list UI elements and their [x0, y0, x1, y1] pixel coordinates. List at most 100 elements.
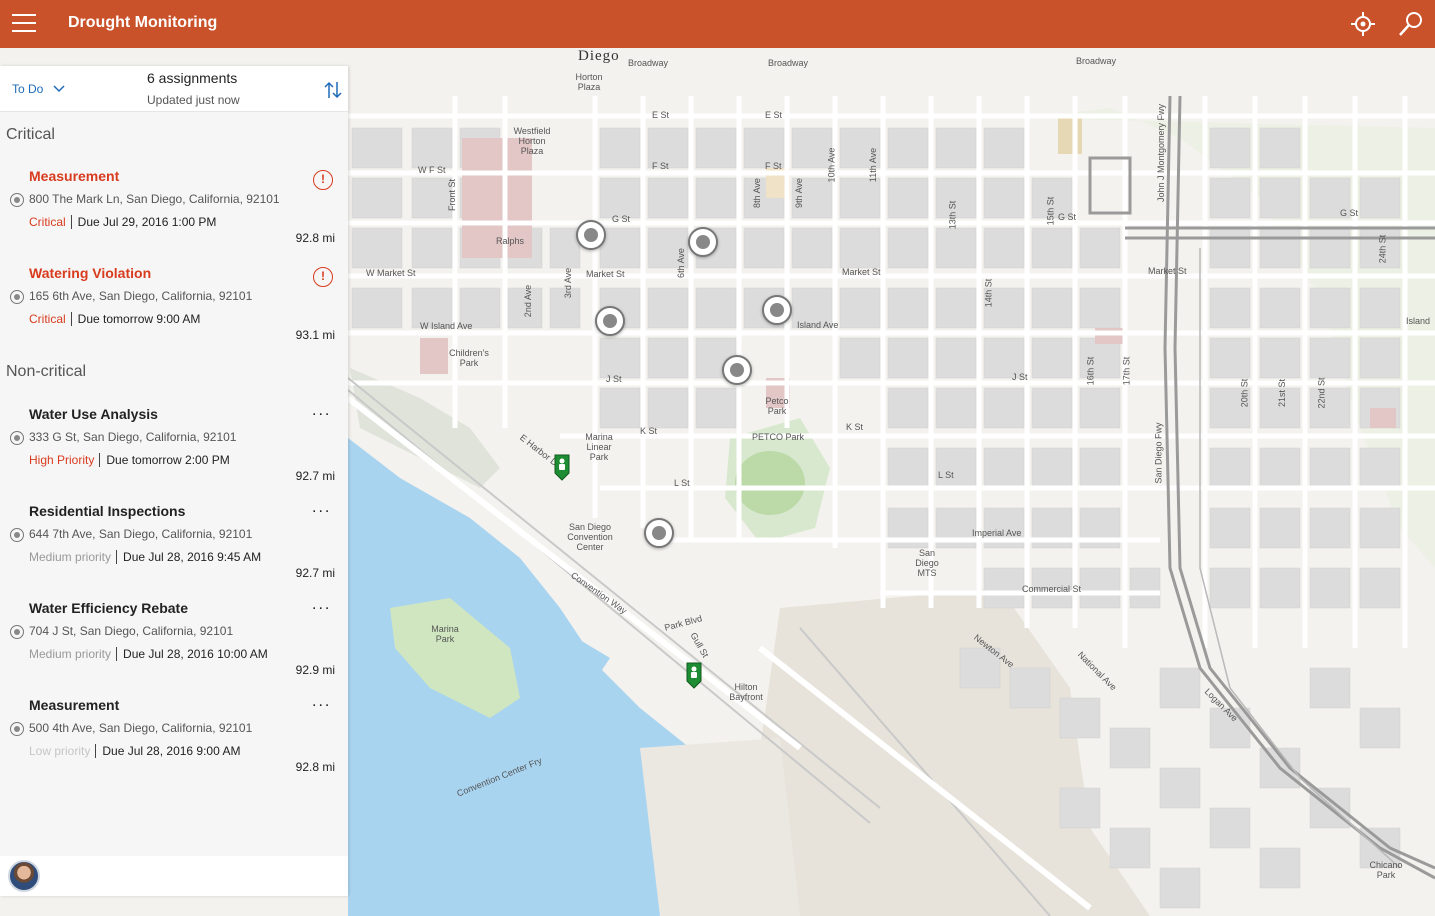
assignment-address: 800 The Mark Ln, San Diego, California, …: [29, 192, 280, 206]
panel-footer: [0, 856, 348, 896]
assignment-priority: High Priority Due tomorrow 2:00 PM: [29, 453, 230, 467]
map-label-westfield: Westfield Horton Plaza: [513, 126, 551, 156]
assignment-marker[interactable]: [644, 518, 674, 548]
location-icon: [10, 625, 24, 639]
map-label-broadway: Broadway: [628, 58, 669, 68]
map-label-commercial-st: Commercial St: [1022, 584, 1082, 594]
assignment-due: Due Jul 29, 2016 1:00 PM: [70, 215, 217, 229]
user-avatar-icon[interactable]: [8, 860, 40, 892]
assignment-title: Water Efficiency Rebate: [29, 600, 188, 616]
map-label-w-f-st: W F St: [418, 165, 446, 175]
alert-icon: !: [313, 267, 333, 287]
map-label-14th-st: 14th St: [983, 278, 994, 308]
assignment-item[interactable]: Watering Violation ! 165 6th Ave, San Di…: [0, 265, 348, 357]
map-label-w-market-st: W Market St: [366, 268, 416, 278]
panel-toolbar: To Do 6 assignments Updated just now: [0, 66, 348, 112]
assignment-distance: 92.8 mi: [295, 231, 335, 245]
map-label-g-st-3: G St: [1340, 208, 1359, 218]
location-icon: [10, 290, 24, 304]
map-label-market-st-2: Market St: [842, 267, 881, 277]
assignment-distance: 93.1 mi: [295, 328, 335, 342]
alert-icon: !: [313, 170, 333, 190]
map-label-20th-st: 20th St: [1239, 378, 1250, 408]
assignment-address: 333 G St, San Diego, California, 92101: [29, 430, 237, 444]
worker-location-pin-icon[interactable]: [685, 661, 703, 689]
assignment-priority: Low priority Due Jul 28, 2016 9:00 AM: [29, 744, 241, 758]
map-label-horton-plaza: Horton Plaza: [575, 72, 603, 92]
assignment-item[interactable]: Water Efficiency Rebate ... 704 J St, Sa…: [0, 596, 348, 692]
map-label-j-st: J St: [606, 374, 622, 384]
map-label-jm-fwy: John J Montgomery Fwy: [1156, 103, 1167, 203]
assignment-priority: Medium priority Due Jul 28, 2016 9:45 AM: [29, 550, 262, 564]
map-label-diego: Diego: [578, 48, 620, 64]
map-label-22nd-st: 22nd St: [1316, 377, 1327, 409]
assignment-item[interactable]: Measurement ! 800 The Mark Ln, San Diego…: [0, 168, 348, 260]
sort-icon[interactable]: [324, 80, 342, 100]
section-title-non-critical: Non-critical: [6, 363, 87, 380]
map-label-market-st-3: Market St: [1148, 266, 1187, 276]
assignments-panel: To Do 6 assignments Updated just now Cri…: [0, 66, 348, 896]
assignment-marker[interactable]: [722, 355, 752, 385]
location-icon: [10, 722, 24, 736]
assignment-distance: 92.7 mi: [295, 566, 335, 580]
assignment-distance: 92.7 mi: [295, 469, 335, 483]
map-label-11th-ave: 11th Ave: [868, 147, 879, 183]
assignment-marker[interactable]: [688, 227, 718, 257]
assignment-distance: 92.8 mi: [295, 760, 335, 774]
hamburger-icon[interactable]: [12, 14, 36, 34]
map-label-j-st-2: J St: [1012, 372, 1028, 382]
assignment-marker[interactable]: [595, 306, 625, 336]
map-label-hilton: Hilton Bayfront: [729, 682, 763, 702]
assignment-item[interactable]: Residential Inspections ... 644 7th Ave,…: [0, 499, 348, 595]
assignment-marker[interactable]: [576, 220, 606, 250]
map-label-16th-st: 16th St: [1085, 356, 1096, 386]
assignment-marker[interactable]: [762, 295, 792, 325]
assignment-item[interactable]: Measurement ... 500 4th Ave, San Diego, …: [0, 693, 348, 789]
map-label-15th-st: 15th St: [1045, 196, 1056, 226]
map-label-marina-linear-park: Marina Linear Park: [585, 432, 613, 462]
map-label-ralphs: Ralphs: [496, 236, 525, 246]
map-label-k-st: K St: [640, 426, 658, 436]
map-label-6th-ave: 6th Ave: [675, 248, 686, 278]
map-label-e-st-2: E St: [765, 110, 783, 120]
map-label-24th-st: 24th St: [1377, 234, 1388, 264]
map-label-21st-st: 21st St: [1277, 378, 1288, 408]
map-label-imperial-ave: Imperial Ave: [972, 528, 1022, 538]
worker-location-pin-icon[interactable]: [553, 453, 571, 481]
map-label-l-st-2: L St: [938, 470, 954, 480]
more-options-icon[interactable]: ...: [312, 693, 331, 711]
locate-icon[interactable]: [1349, 10, 1377, 38]
map-label-convention-center: San Diego Convention Center: [567, 522, 613, 552]
more-options-icon[interactable]: ...: [312, 402, 331, 420]
assignment-item[interactable]: Water Use Analysis ... 333 G St, San Die…: [0, 402, 348, 498]
map-label-petco-park-2: Petco Park: [765, 396, 789, 416]
map-label-g-st-2: G St: [1058, 212, 1077, 222]
map-label-sd-fwy: San Diego Fwy: [1153, 422, 1164, 484]
more-options-icon[interactable]: ...: [312, 499, 331, 517]
assignment-address: 644 7th Ave, San Diego, California, 9210…: [29, 527, 253, 541]
more-options-icon[interactable]: ...: [312, 596, 331, 614]
map-label-marina-park: Marina Park: [431, 624, 459, 644]
map-label-2nd-ave: 2nd Ave: [523, 284, 534, 318]
section-title-critical: Critical: [6, 126, 55, 143]
map-label-3rd-ave: 3rd Ave: [563, 267, 574, 299]
map-label-17th-st: 17th St: [1121, 356, 1132, 386]
map-label-broadway-3: Broadway: [1076, 56, 1117, 66]
map-label-9th-ave: 9th Ave: [793, 178, 804, 208]
location-icon: [10, 193, 24, 207]
map-label-chicano-park: Chicano Park: [1369, 860, 1403, 880]
assignment-address: 165 6th Ave, San Diego, California, 9210…: [29, 289, 253, 303]
chevron-down-icon: [53, 85, 65, 93]
filter-dropdown[interactable]: To Do: [12, 82, 65, 96]
map-label-petco-park: PETCO Park: [752, 432, 805, 442]
search-icon[interactable]: [1397, 10, 1425, 38]
assignment-title: Measurement: [29, 697, 120, 713]
updated-status: Updated just now: [147, 93, 240, 107]
map-label-island-ave: Island Ave: [797, 320, 839, 330]
assignment-priority: Medium priority Due Jul 28, 2016 10:00 AM: [29, 647, 268, 661]
assignment-title: Residential Inspections: [29, 503, 186, 519]
assignment-due: Due Jul 28, 2016 9:45 AM: [116, 550, 262, 564]
map-label-f-st-2: F St: [765, 161, 782, 171]
assignment-title: Measurement: [29, 168, 120, 184]
assignment-due: Due tomorrow 2:00 PM: [99, 453, 230, 467]
